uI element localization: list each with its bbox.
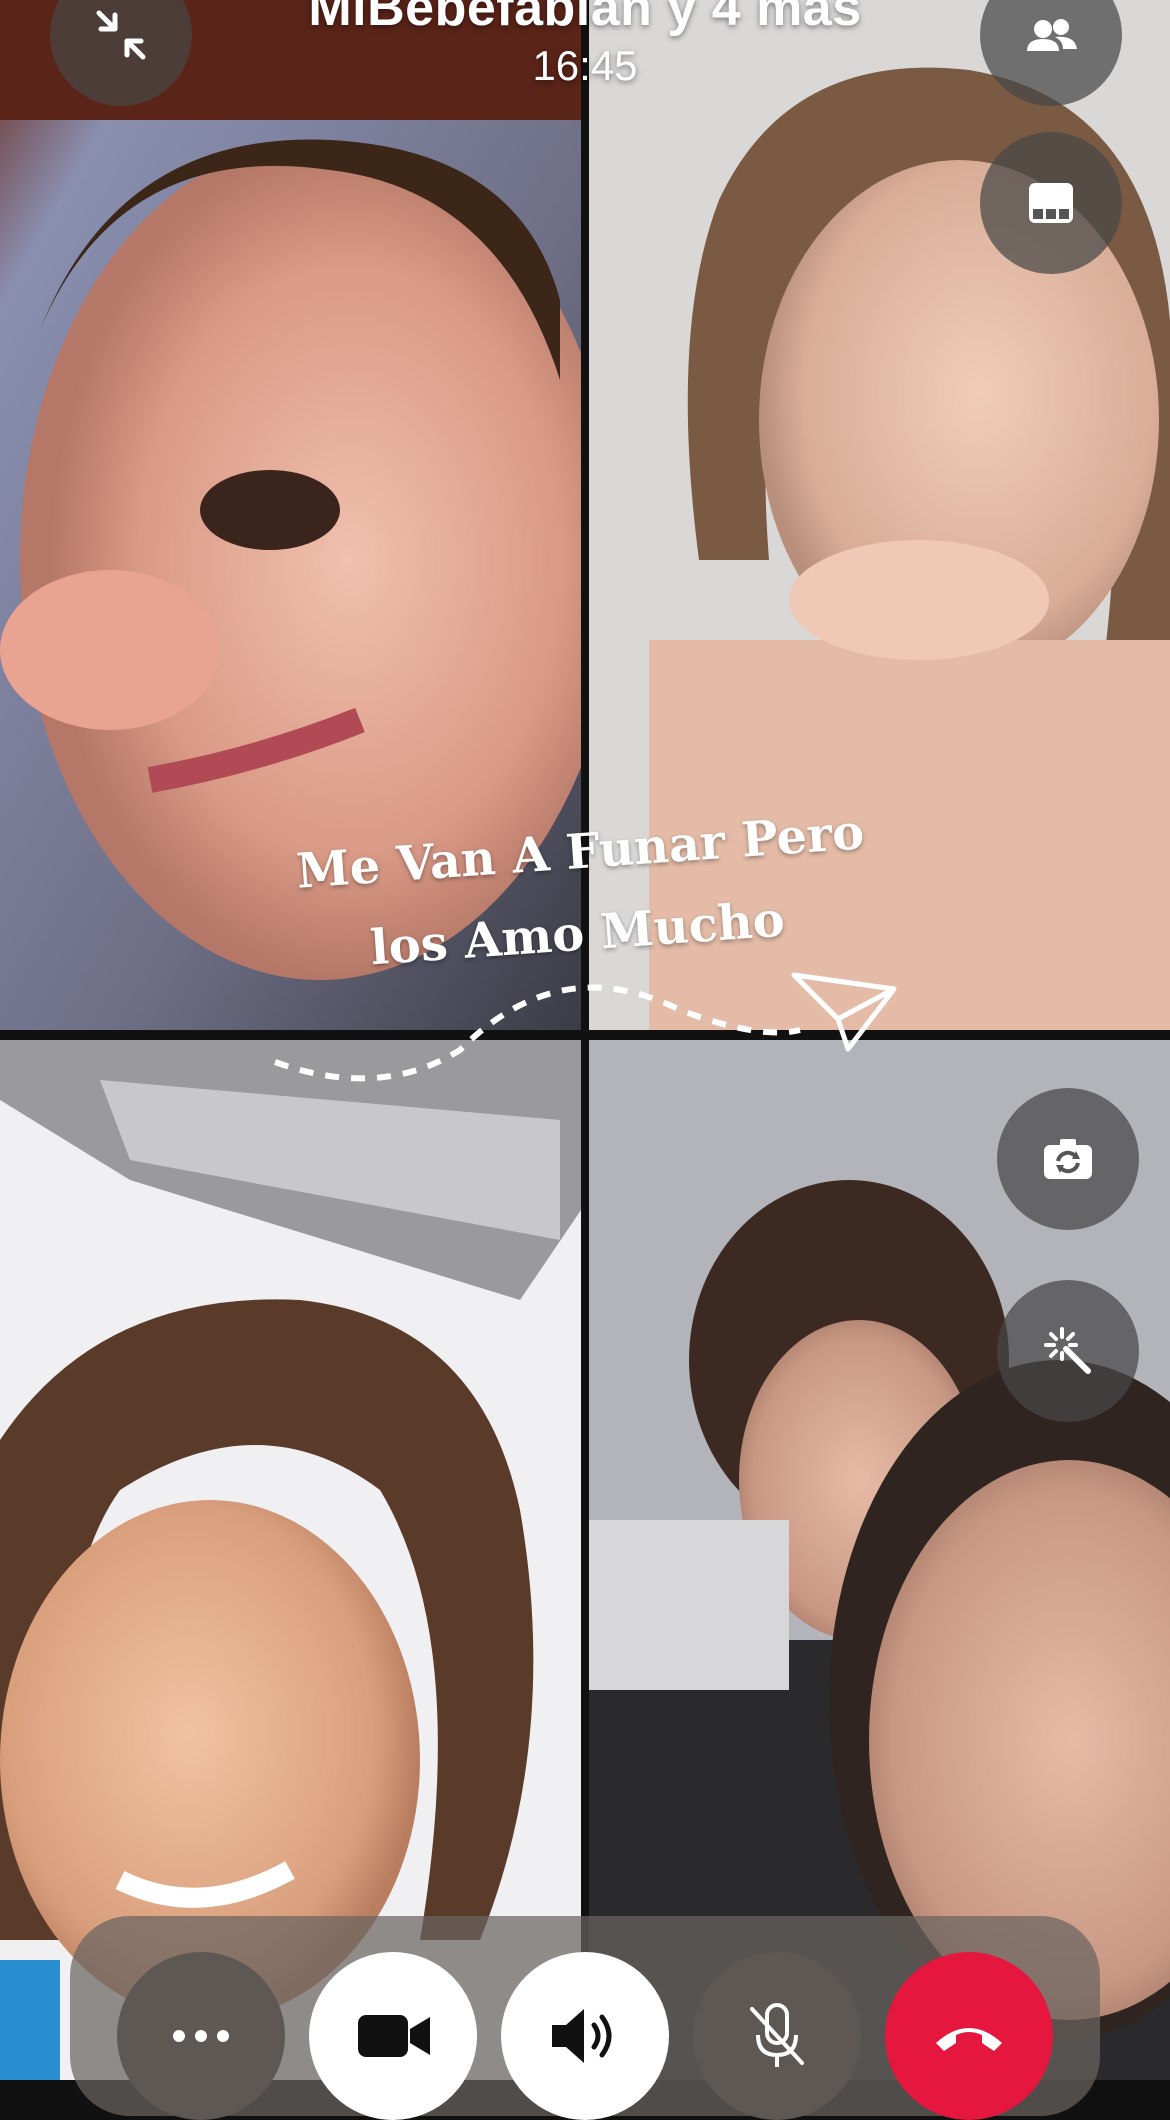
effects-button[interactable] <box>997 1280 1139 1422</box>
layout-button[interactable] <box>980 132 1122 274</box>
end-call-button[interactable] <box>885 1952 1053 2120</box>
video-toggle-button[interactable] <box>309 1952 477 2120</box>
mute-button[interactable] <box>693 1952 861 2120</box>
layout-icon <box>1029 183 1073 223</box>
speaker-button[interactable] <box>501 1952 669 2120</box>
flip-camera-button[interactable] <box>997 1088 1139 1230</box>
speaker-icon <box>552 2009 612 2063</box>
paper-plane-icon <box>791 972 897 1052</box>
flip-camera-icon <box>1044 1139 1092 1179</box>
end-call-icon <box>936 2028 1002 2051</box>
more-icon <box>173 2030 229 2042</box>
minimize-icon <box>96 10 146 60</box>
mic-muted-icon <box>750 2003 804 2067</box>
video-camera-icon <box>358 2015 430 2057</box>
more-button[interactable] <box>117 1952 285 2120</box>
participants-icon <box>1027 19 1077 51</box>
caption-line-1: Me Van A Funar Pero <box>294 804 866 900</box>
effects-icon <box>1044 1327 1091 1374</box>
